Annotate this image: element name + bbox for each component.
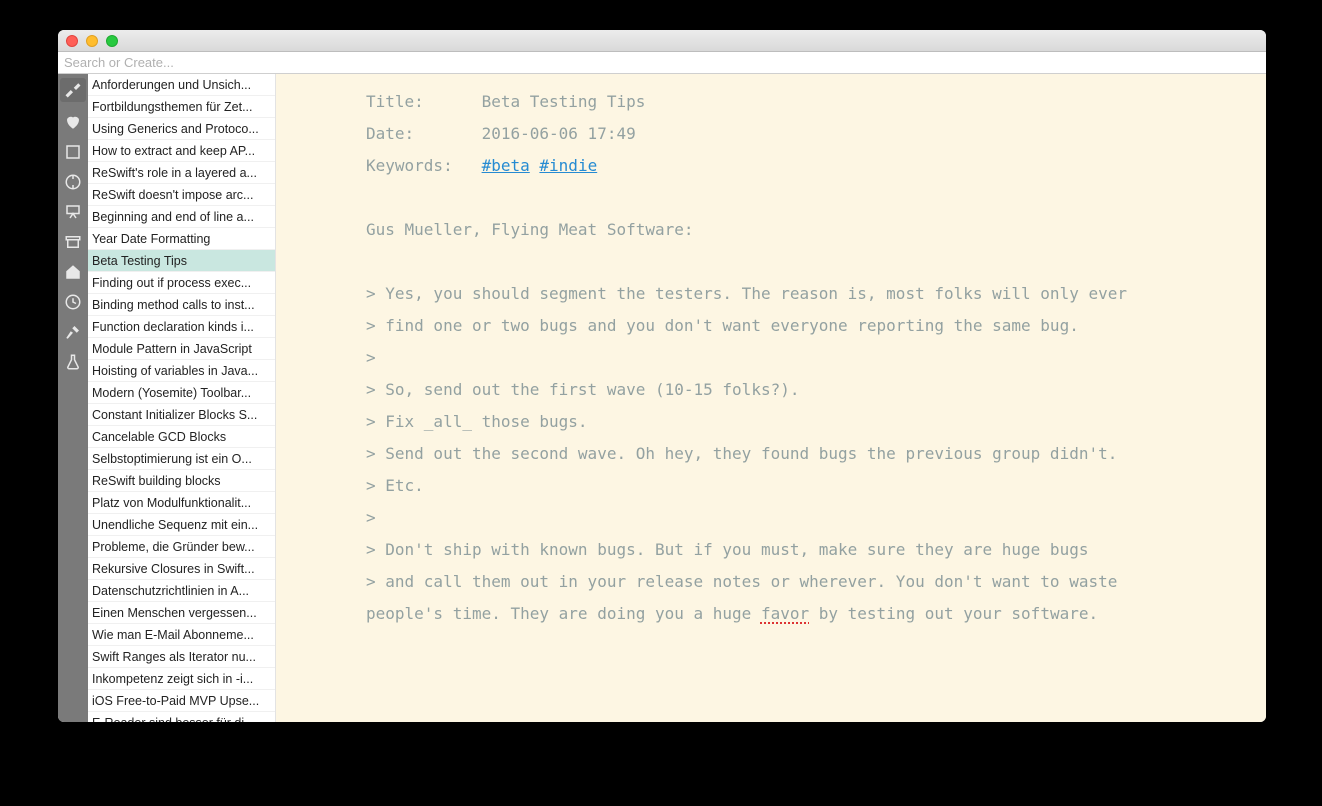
note-list-item[interactable]: Datenschutzrichtlinien in A... (88, 580, 275, 602)
book-icon[interactable] (63, 142, 83, 162)
note-list-item[interactable]: Platz von Modulfunktionalit... (88, 492, 275, 514)
note-list-item[interactable]: Swift Ranges als Iterator nu... (88, 646, 275, 668)
note-list-item[interactable]: Probleme, die Gründer bew... (88, 536, 275, 558)
app-window: Anforderungen und Unsich...Fortbildungst… (58, 30, 1266, 722)
note-list-item[interactable]: Hoisting of variables in Java... (88, 360, 275, 382)
note-list-item[interactable]: Binding method calls to inst... (88, 294, 275, 316)
icon-sidebar (58, 74, 88, 722)
note-list-item[interactable]: Unendliche Sequenz mit ein... (88, 514, 275, 536)
note-list-item[interactable]: ReSwift's role in a layered a... (88, 162, 275, 184)
note-list-item[interactable]: ReSwift doesn't impose arc... (88, 184, 275, 206)
note-list-item[interactable]: Selbstoptimierung ist ein O... (88, 448, 275, 470)
easel-icon[interactable] (63, 202, 83, 222)
note-list-item[interactable]: Year Date Formatting (88, 228, 275, 250)
heart-icon[interactable] (63, 112, 83, 132)
note-list-item[interactable]: iOS Free-to-Paid MVP Upse... (88, 690, 275, 712)
search-input[interactable] (58, 52, 1266, 73)
archive-icon[interactable] (63, 232, 83, 252)
note-list-item[interactable]: Function declaration kinds i... (88, 316, 275, 338)
wrench-icon[interactable] (60, 78, 86, 102)
note-list-item[interactable]: Beta Testing Tips (88, 250, 275, 272)
history-icon[interactable] (63, 292, 83, 312)
note-list-item[interactable]: Beginning and end of line a... (88, 206, 275, 228)
note-list-item[interactable]: Einen Menschen vergessen... (88, 602, 275, 624)
note-list-item[interactable]: Wie man E-Mail Abonneme... (88, 624, 275, 646)
note-list-item[interactable]: Using Generics and Protoco... (88, 118, 275, 140)
note-list-item[interactable]: Anforderungen und Unsich... (88, 74, 275, 96)
titlebar (58, 30, 1266, 52)
keyword-link[interactable]: #indie (539, 156, 597, 175)
hammer-icon[interactable] (63, 322, 83, 342)
spellcheck-error[interactable]: favor (761, 604, 809, 623)
home-icon[interactable] (63, 262, 83, 282)
main-body: Anforderungen und Unsich...Fortbildungst… (58, 74, 1266, 722)
search-bar (58, 52, 1266, 74)
note-list-item[interactable]: How to extract and keep AP... (88, 140, 275, 162)
note-list-item[interactable]: E-Reader sind besser für di... (88, 712, 275, 722)
close-window-button[interactable] (66, 35, 78, 47)
note-list-item[interactable]: Modern (Yosemite) Toolbar... (88, 382, 275, 404)
note-list-item[interactable]: Rekursive Closures in Swift... (88, 558, 275, 580)
note-list-item[interactable]: Module Pattern in JavaScript (88, 338, 275, 360)
keyword-link[interactable]: #beta (482, 156, 530, 175)
note-list[interactable]: Anforderungen und Unsich...Fortbildungst… (88, 74, 276, 722)
note-list-item[interactable]: Finding out if process exec... (88, 272, 275, 294)
zoom-window-button[interactable] (106, 35, 118, 47)
note-list-item[interactable]: Cancelable GCD Blocks (88, 426, 275, 448)
note-editor[interactable]: Title: Beta Testing Tips Date: 2016-06-0… (276, 74, 1266, 722)
compass-icon[interactable] (63, 172, 83, 192)
note-list-item[interactable]: Fortbildungsthemen für Zet... (88, 96, 275, 118)
note-list-item[interactable]: Inkompetenz zeigt sich in -i... (88, 668, 275, 690)
minimize-window-button[interactable] (86, 35, 98, 47)
note-list-item[interactable]: Constant Initializer Blocks S... (88, 404, 275, 426)
note-list-item[interactable]: ReSwift building blocks (88, 470, 275, 492)
flask-icon[interactable] (63, 352, 83, 372)
